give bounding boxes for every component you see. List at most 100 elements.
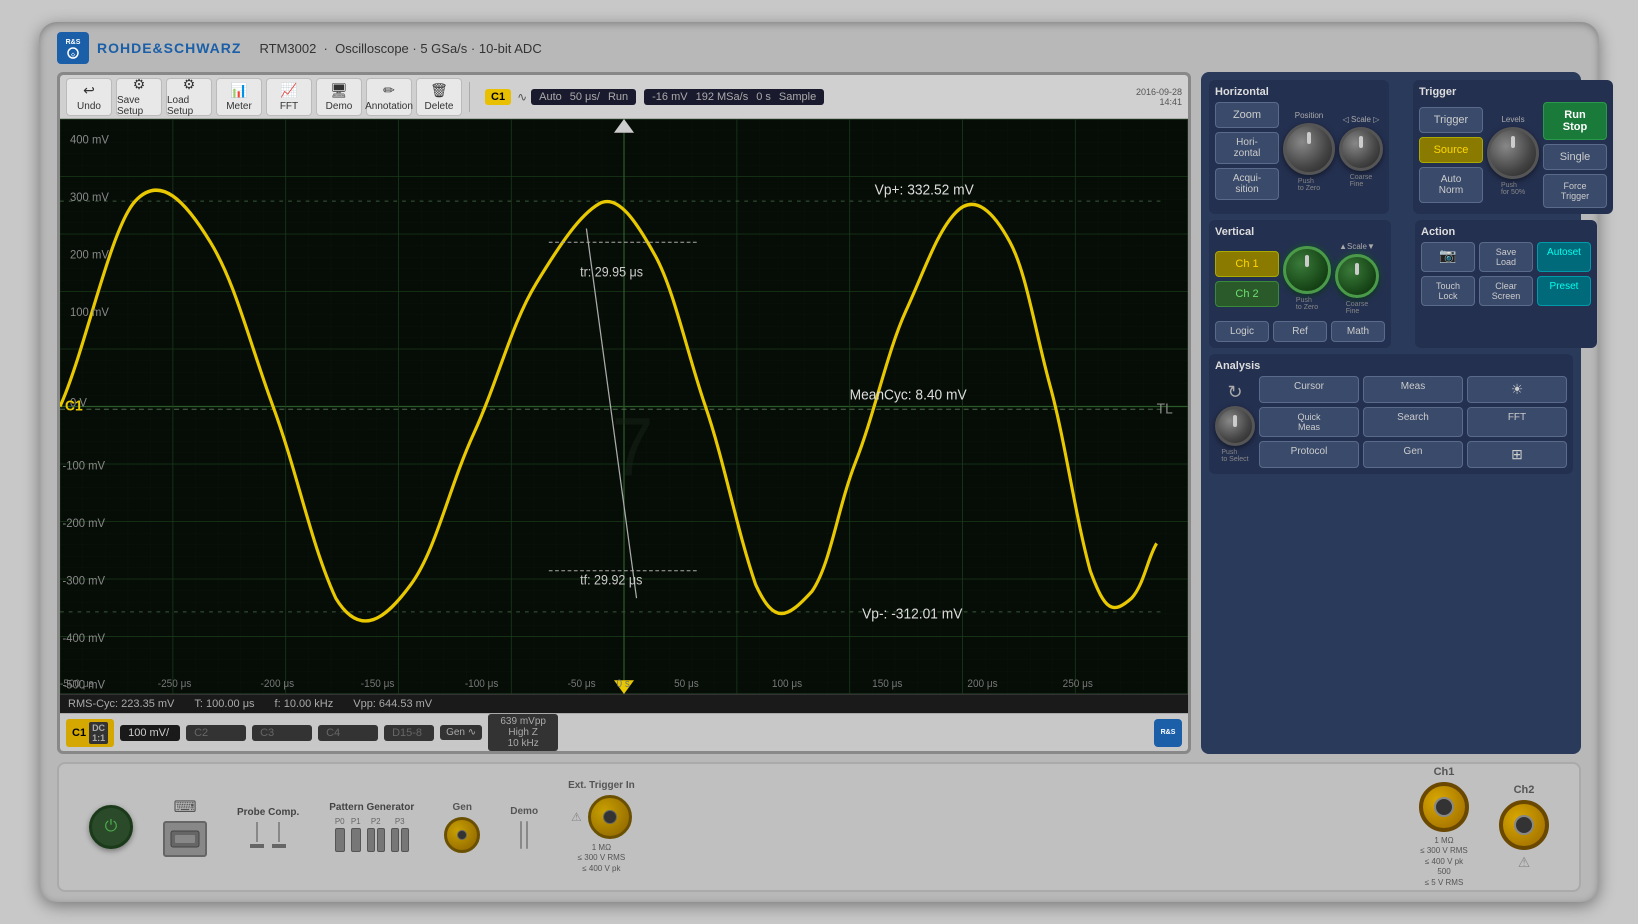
gen-strip: 639 mVpp High Z 10 kHz <box>488 714 558 751</box>
ext-trigger-warning: 1 MΩ≤ 300 V RMS≤ 400 V pk <box>578 843 626 874</box>
horizontal-button[interactable]: Hori-zontal <box>1215 132 1279 164</box>
datetime-display: 2016-09-28 14:41 <box>1136 87 1182 107</box>
ext-trigger-section: Ext. Trigger In ⚠ 1 MΩ≤ 300 V RMS≤ 400 V… <box>568 780 635 874</box>
svg-text:7: 7 <box>611 401 653 493</box>
svg-text:200 μs: 200 μs <box>967 679 997 690</box>
svg-text:-300 mV: -300 mV <box>63 573 106 588</box>
usb-port[interactable] <box>163 821 207 857</box>
undo-icon: ↩ <box>83 82 95 99</box>
brightness-button[interactable]: ☀ <box>1467 376 1567 403</box>
coarse-fine-v-label: CoarseFine <box>1346 301 1369 315</box>
ch1-button[interactable]: Ch 1 <box>1215 251 1279 277</box>
ch2-button[interactable]: Ch 2 <box>1215 281 1279 307</box>
trigger-button[interactable]: Trigger <box>1419 107 1483 133</box>
svg-text:◇: ◇ <box>70 52 75 58</box>
delete-button[interactable]: 🗑 Delete <box>416 78 462 116</box>
brand-name: ROHDE&SCHWARZ <box>97 40 241 56</box>
horizontal-position-knob[interactable] <box>1283 123 1335 175</box>
demo-fp-label: Demo <box>510 806 538 817</box>
refresh-icon: ↻ <box>1227 382 1242 403</box>
svg-text:-400 mV: -400 mV <box>63 631 106 646</box>
ch2-fp-label: Ch2 <box>1514 784 1535 796</box>
force-trigger-button[interactable]: ForceTrigger <box>1543 174 1607 208</box>
meter-button[interactable]: 📊 Meter <box>216 78 262 116</box>
svg-text:-200 mV: -200 mV <box>63 516 106 531</box>
demo-icon: 🖥 <box>330 82 348 99</box>
clear-screen-button[interactable]: ClearScreen <box>1479 276 1533 306</box>
meas-button[interactable]: Meas <box>1363 376 1463 403</box>
ext-trigger-label: Ext. Trigger In <box>568 780 635 791</box>
ch2-connector[interactable] <box>1499 800 1549 850</box>
ref-button[interactable]: Ref <box>1273 321 1327 342</box>
camera-button[interactable]: 📷 <box>1421 242 1475 272</box>
gen-coax-connector[interactable] <box>444 817 480 853</box>
scale-arrows: ◁ Scale ▷ <box>1343 115 1380 124</box>
fft-analysis-button[interactable]: FFT <box>1467 407 1567 437</box>
power-button[interactable]: ⏻ <box>89 805 133 849</box>
vertical-ch1-knob[interactable] <box>1283 246 1331 294</box>
touch-lock-button[interactable]: TouchLock <box>1421 276 1475 306</box>
ch1-value[interactable]: 100 mV/ <box>120 725 180 741</box>
horizontal-scale-knob[interactable] <box>1339 127 1383 171</box>
protocol-button[interactable]: Protocol <box>1259 441 1359 468</box>
meter-icon: 📊 <box>230 82 247 99</box>
push-to-zero-v-label: Pushto Zero <box>1296 297 1318 311</box>
save-load-button[interactable]: SaveLoad <box>1479 242 1533 272</box>
ch2-strip[interactable]: C2 <box>186 725 246 741</box>
undo-button[interactable]: ↩ Undo <box>66 78 112 116</box>
action-title: Action <box>1421 226 1591 238</box>
pattern-gen-section: Pattern Generator P0 P1 P2 <box>329 802 414 852</box>
load-setup-button[interactable]: ⚙ Load Setup <box>166 78 212 116</box>
autoset-button[interactable]: Autoset <box>1537 242 1591 272</box>
ch1-strip[interactable]: C1 DC1:1 <box>66 719 114 747</box>
demo-button[interactable]: 🖥 Demo <box>316 78 362 116</box>
svg-text:100 μs: 100 μs <box>772 679 802 690</box>
ext-trigger-connector[interactable] <box>588 795 632 839</box>
horizontal-title: Horizontal <box>1215 86 1383 98</box>
gen-fp-label: Gen <box>453 802 472 813</box>
delete-icon: 🗑 <box>430 82 448 99</box>
ch3-strip[interactable]: C3 <box>252 725 312 741</box>
math-button[interactable]: Math <box>1331 321 1385 342</box>
run-stop-button[interactable]: RunStop <box>1543 102 1607 140</box>
search-button[interactable]: Search <box>1363 407 1463 437</box>
ch1-connector[interactable] <box>1419 782 1469 832</box>
logic-button[interactable]: Logic <box>1215 321 1269 342</box>
apps-button[interactable]: ⊞ <box>1467 441 1567 468</box>
save-setup-button[interactable]: ⚙ Save Setup <box>116 78 162 116</box>
svg-text:-100 mV: -100 mV <box>63 458 106 473</box>
annotation-button[interactable]: ✏ Annotation <box>366 78 412 116</box>
usb-icon: ⌨ <box>173 797 196 817</box>
gen-analysis-button[interactable]: Gen <box>1363 441 1463 468</box>
top-bar: R&S ◇ ROHDE&SCHWARZ RTM3002 · Oscillosco… <box>57 32 1581 64</box>
pattern-gen-label: Pattern Generator <box>329 802 414 813</box>
ch4-strip[interactable]: C4 <box>318 725 378 741</box>
analysis-knob[interactable] <box>1215 406 1255 446</box>
channel-badge: C1 <box>485 89 511 105</box>
d15-8-strip[interactable]: D15-8 <box>384 725 434 741</box>
svg-text:-100 μs: -100 μs <box>465 679 499 690</box>
svg-text:-150 μs: -150 μs <box>361 679 395 690</box>
source-button[interactable]: Source <box>1419 137 1483 163</box>
vertical-title: Vertical <box>1215 226 1385 238</box>
rms-status: RMS-Cyc: 223.35 mV <box>68 698 174 710</box>
trigger-levels-knob[interactable] <box>1487 127 1539 179</box>
fft-button[interactable]: 📈 FFT <box>266 78 312 116</box>
oscilloscope-screen: 400 mV 300 mV 200 mV 100 mV 0 V -100 mV … <box>60 119 1188 694</box>
quick-meas-button[interactable]: QuickMeas <box>1259 407 1359 437</box>
svg-text:-50 μs: -50 μs <box>568 679 596 690</box>
action-section: Action 📷 SaveLoad Autoset TouchLock Clea… <box>1415 220 1597 348</box>
vertical-scale-knob[interactable] <box>1335 254 1379 298</box>
ch2-connector-section: Ch2 ⚠ <box>1499 784 1549 871</box>
single-button[interactable]: Single <box>1543 144 1607 170</box>
cursor-button[interactable]: Cursor <box>1259 376 1359 403</box>
svg-text:-250 μs: -250 μs <box>158 679 192 690</box>
auto-norm-button[interactable]: AutoNorm <box>1419 167 1483 203</box>
trigger-title: Trigger <box>1419 86 1607 98</box>
acquisition-button[interactable]: Acqui-sition <box>1215 168 1279 200</box>
ch1-dc-label: DC1:1 <box>89 722 108 744</box>
gen-indicator: Gen ∿ <box>440 725 482 740</box>
ch1-connector-section: Ch1 1 MΩ≤ 300 V RMS≤ 400 V pk500≤ 5 V RM… <box>1419 766 1469 888</box>
preset-button[interactable]: Preset <box>1537 276 1591 306</box>
zoom-button[interactable]: Zoom <box>1215 102 1279 128</box>
